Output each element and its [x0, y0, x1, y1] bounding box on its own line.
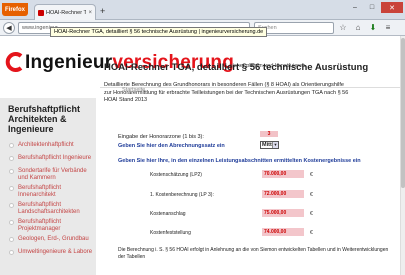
zone-label: Eingabe der Honorarzone (1 bis 3): [118, 134, 204, 140]
page-title: HOAI-Rechner TGA, detailliert § 56 techn… [104, 62, 369, 73]
sidebar-item-umweltingenieure[interactable]: Umweltingenieure & Labore [0, 249, 96, 259]
logo-swoosh-icon [5, 52, 23, 72]
window-controls: – □ ✕ [347, 2, 403, 13]
maximize-icon[interactable]: □ [364, 2, 380, 13]
cost-input-kostenfeststellung[interactable]: 74.000,00 [262, 228, 304, 236]
bullet-icon [9, 237, 14, 242]
sidebar-item-architektenhaftpflicht[interactable]: Architektenhaftpflicht [0, 142, 96, 152]
tab-close-icon[interactable]: × [88, 10, 92, 16]
sidebar-item-sondertarife[interactable]: Sondertarife für Verbände und Kammern [0, 168, 96, 182]
costs-heading: Geben Sie hier Ihre, in den einzelnen Le… [118, 158, 361, 164]
sidebar-item-innenarchitekt[interactable]: Berufshaftpflicht Innenarchitekt [0, 185, 96, 199]
back-arrow-icon[interactable]: ◀ [3, 22, 15, 34]
menu-icon[interactable]: ≡ [383, 23, 393, 33]
tab-label: HOAI-Rechner TGA, detailliert ... [46, 9, 87, 16]
scrollbar-thumb[interactable] [401, 38, 405, 188]
cost-unit: € [310, 211, 313, 217]
new-tab-button[interactable]: + [100, 7, 105, 16]
bullet-icon [9, 220, 14, 225]
bullet-icon [9, 203, 14, 208]
zone-input[interactable]: 3 [260, 131, 278, 137]
logo-text-ingenieur: Ingenieur [25, 52, 113, 73]
cost-label-kostenfeststellung: Kostenfeststellung [150, 230, 191, 236]
tab-tooltip: HOAI-Rechner TGA, detailliert § 56 techn… [50, 27, 268, 37]
bullet-icon [9, 169, 14, 174]
browser-tabbar: Firefox HOAI-Rechner TGA, detailliert ..… [0, 0, 405, 20]
sidebar-item-landschaftsarchitekten[interactable]: Berufshaftpflicht Landschaftsarchitekten [0, 202, 96, 216]
site-favicon-icon [38, 9, 44, 16]
sidebar-item-ingenieure[interactable]: Berufshaftpflicht Ingenieure [0, 155, 96, 165]
firefox-menu-button[interactable]: Firefox [2, 3, 28, 16]
sidebar-item-geologen[interactable]: Geologen, Erd-, Grundbau [0, 236, 96, 246]
minimize-icon[interactable]: – [347, 2, 363, 13]
close-window-icon[interactable]: ✕ [381, 2, 403, 13]
cost-input-kostenberechnung[interactable]: 72.000,00 [262, 190, 304, 198]
cost-label-kostenberechnung: 1. Kostenberechnung (LP 3): [150, 192, 214, 198]
sidebar-nav: Architektenhaftpflicht Berufshaftpflicht… [0, 142, 96, 259]
footnote-text: Die Berechnung i. S. § 56 HOAI erfolgt i… [118, 247, 389, 260]
cost-label-kostenanschlag: Kostenanschlag [150, 211, 186, 217]
intro-text: Detaillierte Berechnung des Grundhonorar… [104, 82, 349, 103]
bullet-icon [9, 156, 14, 161]
chevron-down-icon: ▼ [272, 142, 278, 148]
bullet-icon [9, 186, 14, 191]
cost-unit: € [310, 230, 313, 236]
download-icon[interactable]: ⬇ [368, 23, 378, 33]
cost-unit: € [310, 192, 313, 198]
cost-label-kostenschaetzung: Kostenschätzung (LP2) [150, 172, 202, 178]
bullet-icon [9, 250, 14, 255]
sidebar: Berufshaftpflicht Architekten & Ingenieu… [0, 98, 96, 275]
cost-input-kostenanschlag[interactable]: 75.000,00 [262, 209, 304, 217]
cost-unit: € [310, 172, 313, 178]
rate-select[interactable]: Mittel ▼ [260, 141, 279, 149]
sidebar-title: Berufshaftpflicht Architekten & Ingenieu… [8, 104, 80, 134]
rate-label: Geben Sie hier den Abrechnungssatz ein [118, 143, 225, 149]
main-content: HOAI-Rechner TGA, detailliert § 56 techn… [104, 62, 394, 239]
toolbar-icons: ☆ ⌂ ⬇ ≡ [338, 23, 393, 33]
home-icon[interactable]: ⌂ [353, 23, 363, 33]
bookmark-star-icon[interactable]: ☆ [338, 23, 348, 33]
browser-tab[interactable]: HOAI-Rechner TGA, detailliert ... × [34, 4, 96, 20]
bullet-icon [9, 143, 14, 148]
cost-input-kostenschaetzung[interactable]: 70.000,00 [262, 170, 304, 178]
sidebar-item-projektmanager[interactable]: Berufshaftpflicht Projektmanager [0, 219, 96, 233]
page-scrollbar[interactable] [400, 36, 405, 275]
